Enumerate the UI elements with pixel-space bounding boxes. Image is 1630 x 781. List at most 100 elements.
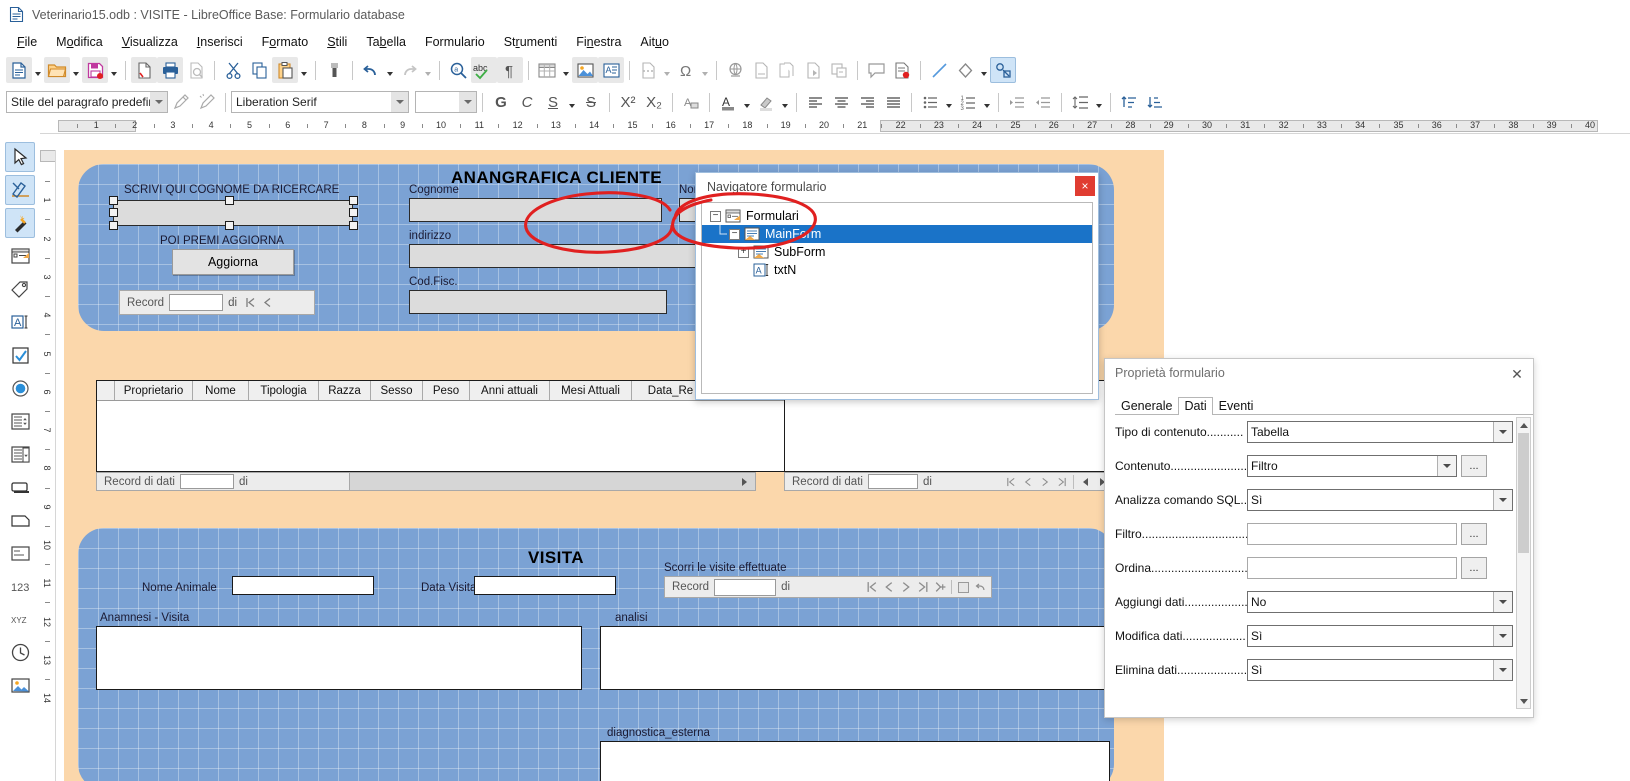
previous-record-icon[interactable] — [1019, 473, 1036, 490]
clone-formatting-icon[interactable] — [321, 57, 347, 83]
highlight-color-dropdown-icon[interactable] — [779, 89, 791, 115]
superscript-button[interactable]: X² — [615, 94, 641, 111]
properties-vertical-scrollbar[interactable] — [1516, 417, 1531, 709]
select-icon[interactable] — [5, 142, 35, 172]
highlight-color-icon[interactable] — [753, 89, 779, 115]
font-color-icon[interactable]: A — [715, 89, 741, 115]
record-number-input[interactable] — [180, 474, 234, 489]
property-row-ordina[interactable]: Ordina............................... ..… — [1115, 557, 1513, 579]
chevron-down-icon[interactable] — [1437, 456, 1456, 476]
grid-right-record-nav[interactable]: Record di dati di — [784, 472, 1114, 491]
tree-node-txtn[interactable]: A txtN — [702, 261, 1092, 279]
open-file-dropdown-icon[interactable] — [70, 57, 82, 83]
new-record-icon[interactable] — [931, 579, 948, 596]
export-pdf-icon[interactable] — [131, 57, 157, 83]
nome-animale-field[interactable] — [232, 576, 374, 595]
clear-formatting-icon[interactable]: A — [678, 89, 704, 115]
aggiorna-button[interactable]: Aggiorna — [172, 249, 294, 275]
undo-icon[interactable] — [358, 57, 384, 83]
formatted-field-icon[interactable] — [5, 538, 35, 568]
standard-toolbar[interactable]: a abc ¶ A Ω — [0, 54, 1630, 86]
design-mode-icon[interactable] — [5, 175, 35, 205]
grid-col-nome[interactable]: Nome — [193, 381, 249, 400]
modifica-dati-input[interactable]: Sì — [1247, 625, 1513, 647]
subscript-button[interactable]: X₂ — [641, 94, 667, 111]
form-controls-toolbar[interactable]: A 123 XYZ — [0, 138, 40, 781]
property-row-modifica-dati[interactable]: Modifica dati................... Sì — [1115, 625, 1513, 647]
resize-handle-sw[interactable] — [109, 221, 118, 230]
first-record-icon[interactable] — [242, 294, 259, 311]
menu-finestra[interactable]: Finestra — [567, 33, 630, 51]
record-number-input[interactable] — [868, 474, 918, 489]
align-left-icon[interactable] — [802, 89, 828, 115]
properties-tab-strip[interactable]: Generale Dati Eventi — [1115, 395, 1533, 415]
list-box-icon[interactable] — [5, 406, 35, 436]
tree-node-mainform[interactable]: − MainForm — [702, 225, 1092, 243]
scroll-up-icon[interactable] — [1517, 418, 1530, 432]
previous-record-icon[interactable] — [880, 579, 897, 596]
grid-col-tipologia[interactable]: Tipologia — [249, 381, 319, 400]
insert-bookmark-icon[interactable] — [800, 57, 826, 83]
menu-aiuto[interactable]: Aituo — [631, 33, 678, 51]
insert-hyperlink-icon[interactable] — [722, 57, 748, 83]
save-record-icon[interactable] — [955, 579, 972, 596]
close-icon[interactable]: ✕ — [1507, 364, 1527, 384]
strikethrough-button[interactable]: S — [578, 94, 604, 111]
last-record-icon[interactable] — [1053, 473, 1070, 490]
grid-col-sesso[interactable]: Sesso — [371, 381, 423, 400]
paragraph-style-combo[interactable]: Stile del paragrafo predefinit — [6, 91, 168, 113]
line-spacing-icon[interactable] — [1067, 89, 1093, 115]
property-row-aggiungi-dati[interactable]: Aggiungi dati................... No — [1115, 591, 1513, 613]
justified-icon[interactable] — [880, 89, 906, 115]
property-row-tipo-contenuto[interactable]: Tipo di contenuto........... Tabella — [1115, 421, 1513, 443]
insert-table-icon[interactable] — [534, 57, 560, 83]
grid-col-peso[interactable]: Peso — [423, 381, 470, 400]
label-field-icon[interactable] — [5, 274, 35, 304]
ordered-list-icon[interactable]: 123 — [955, 89, 981, 115]
unordered-list-icon[interactable] — [917, 89, 943, 115]
print-preview-icon[interactable] — [183, 57, 209, 83]
form-properties-dialog[interactable]: Proprietà formulario ✕ Generale Dati Eve… — [1104, 358, 1534, 718]
cognome-field[interactable] — [409, 198, 662, 222]
menu-stili[interactable]: Stili — [318, 33, 356, 51]
grid-left-hscroll[interactable] — [349, 472, 756, 491]
decrease-indent-icon[interactable] — [1030, 89, 1056, 115]
text-box-icon[interactable]: A — [5, 307, 35, 337]
grid-col-razza[interactable]: Razza — [319, 381, 371, 400]
cut-icon[interactable] — [220, 57, 246, 83]
grid-col-mesi-attuali[interactable]: Mesi Attuali — [550, 381, 632, 400]
filtro-ellipsis-button[interactable]: ... — [1461, 523, 1487, 545]
anamnesi-field[interactable] — [96, 626, 582, 690]
form-navigator-dialog[interactable]: Navigatore formulario × − Formulari − — [695, 172, 1099, 400]
basic-shapes-icon[interactable] — [952, 57, 978, 83]
chevron-down-icon[interactable] — [1493, 490, 1512, 510]
property-row-analizza-sql[interactable]: Analizza comando SQL... Sì — [1115, 489, 1513, 511]
copy-icon[interactable] — [246, 57, 272, 83]
property-row-filtro[interactable]: Filtro..................................… — [1115, 523, 1513, 545]
chevron-down-icon[interactable] — [1493, 626, 1512, 646]
page-break-dropdown-icon[interactable] — [661, 57, 673, 83]
scrollbar-thumb[interactable] — [1518, 433, 1529, 553]
first-record-icon[interactable] — [863, 579, 880, 596]
last-record-icon[interactable] — [914, 579, 931, 596]
insert-page-break-icon[interactable] — [635, 57, 661, 83]
increase-indent-icon[interactable] — [1004, 89, 1030, 115]
next-record-icon[interactable] — [897, 579, 914, 596]
tab-generale[interactable]: Generale — [1115, 397, 1178, 415]
elimina-dati-input[interactable]: Sì — [1247, 659, 1513, 681]
insert-comment-icon[interactable] — [863, 57, 889, 83]
underline-button[interactable]: S — [540, 94, 566, 111]
collapse-icon[interactable]: − — [710, 211, 721, 222]
push-button-icon[interactable] — [5, 472, 35, 502]
open-file-icon[interactable] — [44, 57, 70, 83]
option-button-icon[interactable] — [5, 373, 35, 403]
unordered-list-dropdown-icon[interactable] — [943, 89, 955, 115]
filtro-input[interactable] — [1247, 523, 1457, 545]
insert-endnote-icon[interactable] — [774, 57, 800, 83]
undo-record-icon[interactable] — [972, 579, 989, 596]
chevron-down-icon[interactable] — [1493, 592, 1512, 612]
pattern-field-icon[interactable]: XYZ — [5, 604, 35, 634]
tree-node-formulari[interactable]: − Formulari — [702, 207, 1092, 225]
form-control-icon[interactable] — [5, 241, 35, 271]
new-document-icon[interactable] — [6, 57, 32, 83]
